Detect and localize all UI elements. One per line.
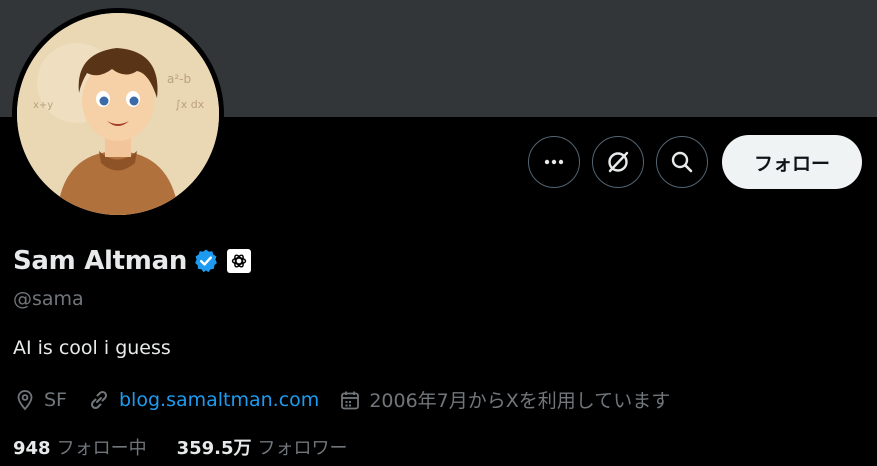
affiliate-badge[interactable] [227,249,252,273]
link-icon [90,390,108,409]
profile-handle: @sama [13,288,84,310]
joined-text: 2006年7月からXを利用しています [369,390,671,412]
display-name: Sam Altman [13,246,188,276]
search-button[interactable] [656,136,708,188]
followers-stat[interactable]: 359.5万 フォロワー [177,434,348,460]
slash-circle-icon [608,151,629,173]
svg-text:x+y: x+y [33,100,53,111]
calendar-icon [341,391,360,409]
profile-name-row: Sam Altman [13,246,252,276]
website-link[interactable]: blog.samaltman.com [119,389,319,411]
profile-bio: AI is cool i guess [13,337,171,359]
svg-text:a²-b: a²-b [167,72,191,86]
more-icon [544,159,564,165]
search-icon [671,151,693,173]
profile-meta: SF blog.samaltman.com 2006年7月からXを利用しています [14,386,690,413]
location-pin-icon [17,389,33,410]
openai-logo-icon [231,254,247,268]
verified-badge-icon[interactable] [193,248,219,274]
svg-text:∫x dx: ∫x dx [175,98,205,111]
more-button[interactable] [528,136,580,188]
followers-count: 359.5万 [176,438,252,459]
grok-button[interactable] [592,136,644,188]
avatar[interactable]: a²-b ∫x dx x+y [12,8,224,220]
joined-item: 2006年7月からXを利用しています [339,386,670,413]
following-count: 948 [13,438,51,459]
avatar-image: a²-b ∫x dx x+y [17,13,219,215]
website-item[interactable]: blog.samaltman.com [87,388,319,412]
profile-stats: 948 フォロー中 359.5万 フォロワー [13,434,378,460]
location-text: SF [44,388,67,411]
follow-button[interactable]: フォロー [722,135,862,189]
following-label: フォロー中 [56,438,147,459]
followers-label: フォロワー [257,438,348,459]
following-stat[interactable]: 948 フォロー中 [13,434,147,460]
location-item: SF [14,389,67,411]
profile-actions: フォロー [528,135,862,189]
